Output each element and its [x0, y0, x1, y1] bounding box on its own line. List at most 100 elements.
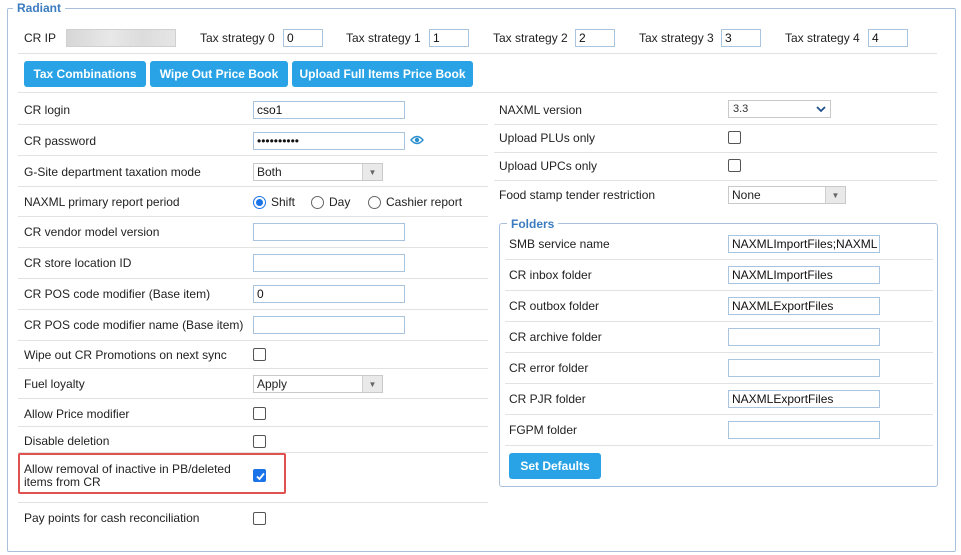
- outbox-folder-label: CR outbox folder: [509, 299, 600, 313]
- report-period-cashier-label: Cashier report: [386, 195, 463, 209]
- cr-password-label: CR password: [24, 134, 97, 148]
- divider: [18, 398, 488, 399]
- naxml-version-select[interactable]: 3.3: [728, 100, 831, 118]
- upload-upcs-label: Upload UPCs only: [499, 159, 598, 173]
- outbox-folder-field[interactable]: NAXMLExportFiles: [728, 297, 880, 315]
- smb-service-label: SMB service name: [509, 237, 610, 251]
- wipe-promotions-checkbox[interactable]: [253, 348, 266, 361]
- radiant-legend: Radiant: [13, 1, 66, 15]
- report-period-shift-radio[interactable]: [253, 196, 266, 209]
- pjr-folder-label: CR PJR folder: [509, 392, 586, 406]
- divider: [505, 383, 933, 384]
- tax-strategy-0-label: Tax strategy 0: [200, 31, 275, 45]
- vendor-model-label: CR vendor model version: [24, 225, 160, 239]
- food-stamp-label: Food stamp tender restriction: [499, 188, 656, 202]
- store-location-field[interactable]: [253, 254, 405, 272]
- fgpm-folder-field[interactable]: [728, 421, 880, 439]
- divider: [505, 414, 933, 415]
- pos-modifier-field[interactable]: 0: [253, 285, 405, 303]
- divider: [505, 290, 933, 291]
- cr-password-field[interactable]: ••••••••••: [253, 132, 405, 150]
- tax-strategy-1-field[interactable]: 1: [429, 29, 469, 47]
- fgpm-folder-label: FGPM folder: [509, 423, 578, 437]
- divider: [18, 502, 488, 503]
- disable-deletion-label: Disable deletion: [24, 434, 110, 448]
- divider: [18, 92, 937, 93]
- tax-strategy-3-field[interactable]: 3: [721, 29, 761, 47]
- tax-strategy-4-field[interactable]: 4: [868, 29, 908, 47]
- archive-folder-label: CR archive folder: [509, 330, 602, 344]
- report-period-cashier-radio[interactable]: [368, 196, 381, 209]
- divider: [18, 340, 488, 341]
- divider: [505, 259, 933, 260]
- pos-modifier-name-field[interactable]: [253, 316, 405, 334]
- divider: [18, 247, 488, 248]
- dropdown-arrow-icon: ▼: [825, 187, 845, 203]
- disable-deletion-checkbox[interactable]: [253, 435, 266, 448]
- dropdown-arrow-icon: ▼: [362, 376, 382, 392]
- upload-upcs-checkbox[interactable]: [728, 159, 741, 172]
- cr-ip-field[interactable]: [66, 29, 176, 47]
- tax-strategy-2-label: Tax strategy 2: [493, 31, 568, 45]
- divider: [18, 309, 488, 310]
- chevron-down-icon: [816, 102, 826, 119]
- wipe-out-price-book-button[interactable]: Wipe Out Price Book: [150, 61, 288, 87]
- eye-icon[interactable]: [410, 134, 424, 149]
- report-period-shift-label: Shift: [271, 195, 296, 209]
- report-period-day-label: Day: [329, 195, 351, 209]
- archive-folder-field[interactable]: [728, 328, 880, 346]
- allow-removal-label-line1: Allow removal of inactive in PB/deleted: [24, 462, 231, 476]
- divider: [18, 124, 488, 125]
- divider: [494, 180, 937, 181]
- folders-fieldset: [499, 223, 938, 487]
- report-period-label: NAXML primary report period: [24, 195, 180, 209]
- upload-full-items-price-book-button[interactable]: Upload Full Items Price Book: [292, 61, 473, 87]
- allow-removal-checkbox[interactable]: [253, 469, 266, 482]
- divider: [505, 352, 933, 353]
- divider: [505, 445, 933, 446]
- upload-plus-label: Upload PLUs only: [499, 131, 596, 145]
- cr-login-label: CR login: [24, 103, 71, 117]
- error-folder-field[interactable]: [728, 359, 880, 377]
- divider: [18, 216, 488, 217]
- divider: [505, 321, 933, 322]
- wipe-promotions-label: Wipe out CR Promotions on next sync: [24, 348, 227, 362]
- cr-login-field[interactable]: cso1: [253, 101, 405, 119]
- divider: [18, 278, 488, 279]
- smb-service-field[interactable]: NAXMLImportFiles;NAXML: [728, 235, 880, 253]
- divider: [18, 155, 488, 156]
- food-stamp-select[interactable]: None ▼: [728, 186, 846, 204]
- allow-price-modifier-checkbox[interactable]: [253, 407, 266, 420]
- divider: [18, 53, 937, 54]
- allow-price-modifier-label: Allow Price modifier: [24, 407, 130, 421]
- tax-strategy-3-label: Tax strategy 3: [639, 31, 714, 45]
- tax-strategy-2-field[interactable]: 2: [575, 29, 615, 47]
- checkmark-icon: [256, 472, 265, 481]
- set-defaults-button[interactable]: Set Defaults: [509, 453, 601, 479]
- tax-combinations-button[interactable]: Tax Combinations: [24, 61, 146, 87]
- vendor-model-field[interactable]: [253, 223, 405, 241]
- tax-strategy-0-field[interactable]: 0: [283, 29, 323, 47]
- divider: [494, 152, 937, 153]
- food-stamp-value: None: [732, 188, 761, 202]
- upload-plus-checkbox[interactable]: [728, 131, 741, 144]
- divider: [494, 124, 937, 125]
- pay-points-checkbox[interactable]: [253, 512, 266, 525]
- pjr-folder-field[interactable]: NAXMLExportFiles: [728, 390, 880, 408]
- pos-modifier-name-label: CR POS code modifier name (Base item): [24, 318, 244, 332]
- report-period-day-radio[interactable]: [311, 196, 324, 209]
- inbox-folder-label: CR inbox folder: [509, 268, 592, 282]
- gsite-taxation-mode-label: G-Site department taxation mode: [24, 165, 201, 179]
- error-folder-label: CR error folder: [509, 361, 589, 375]
- divider: [18, 426, 488, 427]
- pos-modifier-label: CR POS code modifier (Base item): [24, 287, 211, 301]
- gsite-taxation-mode-value: Both: [257, 165, 282, 179]
- store-location-label: CR store location ID: [24, 256, 132, 270]
- inbox-folder-field[interactable]: NAXMLImportFiles: [728, 266, 880, 284]
- fuel-loyalty-select[interactable]: Apply ▼: [253, 375, 383, 393]
- tax-strategy-4-label: Tax strategy 4: [785, 31, 860, 45]
- naxml-version-value: 3.3: [733, 103, 749, 115]
- divider: [18, 368, 488, 369]
- gsite-taxation-mode-select[interactable]: Both ▼: [253, 163, 383, 181]
- dropdown-arrow-icon: ▼: [362, 164, 382, 180]
